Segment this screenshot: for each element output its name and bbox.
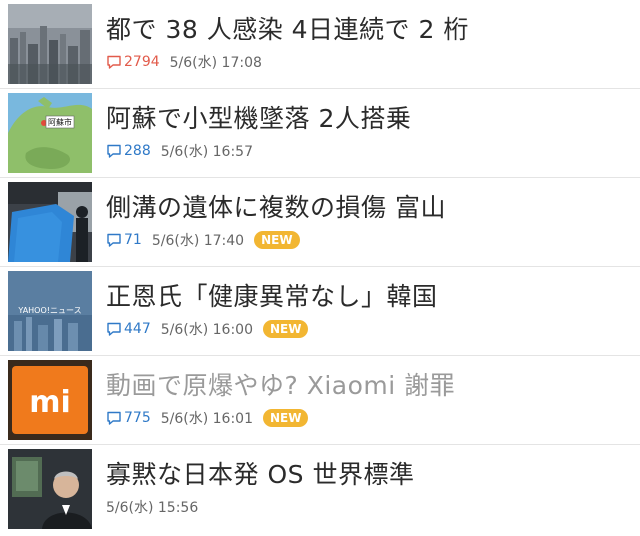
headline[interactable]: 阿蘇で小型機墜落 2人搭乗	[106, 103, 632, 135]
xiaomi-logo-icon: mi	[8, 360, 92, 440]
news-item[interactable]: 都で 38 人感染 4日連続で 2 桁 2794 5/6(水) 17:08	[0, 0, 640, 89]
comment-count[interactable]: 775	[106, 410, 151, 426]
article-meta: 447 5/6(水) 16:00 NEW	[106, 319, 632, 339]
headline[interactable]: 正恩氏「健康異常なし」韓国	[106, 281, 632, 313]
new-badge: NEW	[263, 409, 309, 427]
headline[interactable]: 側溝の遺体に複数の損傷 富山	[106, 192, 632, 224]
news-item[interactable]: 阿蘇市 阿蘇で小型機墜落 2人搭乗 288 5/6(水) 16:57	[0, 89, 640, 178]
article-meta: 5/6(水) 15:56	[106, 497, 632, 517]
comment-count-value: 288	[124, 143, 151, 159]
news-item[interactable]: 寡黙な日本発 OS 世界標準 5/6(水) 15:56	[0, 445, 640, 534]
blue-tarp-scene-icon	[8, 182, 92, 262]
timestamp: 5/6(水) 16:57	[160, 144, 253, 160]
timestamp: 5/6(水) 17:08	[169, 55, 262, 71]
timestamp: 5/6(水) 15:56	[106, 500, 199, 516]
comment-count[interactable]: 71	[106, 232, 142, 248]
comment-count[interactable]: 447	[106, 321, 151, 337]
comment-count-value: 447	[124, 321, 151, 337]
article-meta: 2794 5/6(水) 17:08	[106, 52, 632, 72]
comment-bubble-icon	[107, 411, 121, 425]
map-thumbnail[interactable]: 阿蘇市	[8, 93, 92, 173]
portrait-thumbnail[interactable]	[8, 449, 92, 529]
yahoo-placeholder-thumbnail[interactable]: YAHOO!ニュース	[8, 271, 92, 351]
yahoo-news-logo-icon: YAHOO!ニュース	[8, 271, 92, 351]
news-item[interactable]: 側溝の遺体に複数の損傷 富山 71 5/6(水) 17:40 NEW	[0, 178, 640, 267]
xiaomi-logo-thumbnail[interactable]: mi	[8, 360, 92, 440]
news-item[interactable]: mi 動画で原爆やゆ? Xiaomi 謝罪 775 5/6(水) 16:01 N…	[0, 356, 640, 445]
comment-bubble-icon	[107, 55, 121, 69]
new-badge: NEW	[263, 320, 309, 338]
headline[interactable]: 動画で原爆やゆ? Xiaomi 謝罪	[106, 370, 632, 402]
scene-thumbnail[interactable]	[8, 182, 92, 262]
article-meta: 288 5/6(水) 16:57	[106, 141, 632, 161]
map-icon: 阿蘇市	[8, 93, 92, 173]
xiaomi-wordmark: mi	[29, 385, 71, 420]
new-badge: NEW	[254, 231, 300, 249]
city-skyline-icon	[8, 4, 92, 84]
headline[interactable]: 寡黙な日本発 OS 世界標準	[106, 459, 632, 491]
timestamp: 5/6(水) 16:00	[160, 322, 253, 338]
article-meta: 71 5/6(水) 17:40 NEW	[106, 230, 632, 250]
comment-bubble-icon	[107, 233, 121, 247]
comment-count[interactable]: 2794	[106, 54, 160, 70]
yahoo-news-wordmark: YAHOO!ニュース	[17, 306, 81, 315]
comment-count-value: 775	[124, 410, 151, 426]
headline[interactable]: 都で 38 人感染 4日連続で 2 桁	[106, 14, 632, 46]
news-list: 都で 38 人感染 4日連続で 2 桁 2794 5/6(水) 17:08 阿蘇…	[0, 0, 640, 534]
article-meta: 775 5/6(水) 16:01 NEW	[106, 408, 632, 428]
comment-bubble-icon	[107, 144, 121, 158]
comment-count-value: 2794	[124, 54, 160, 70]
timestamp: 5/6(水) 16:01	[160, 411, 253, 427]
timestamp: 5/6(水) 17:40	[151, 233, 245, 249]
comment-count-value: 71	[124, 232, 142, 248]
comment-bubble-icon	[107, 322, 121, 336]
comment-count[interactable]: 288	[106, 143, 151, 159]
city-skyline-thumbnail[interactable]	[8, 4, 92, 84]
map-place-label: 阿蘇市	[48, 117, 72, 127]
news-item[interactable]: YAHOO!ニュース 正恩氏「健康異常なし」韓国 447 5/6(水) 16:0…	[0, 267, 640, 356]
portrait-icon	[8, 449, 92, 529]
